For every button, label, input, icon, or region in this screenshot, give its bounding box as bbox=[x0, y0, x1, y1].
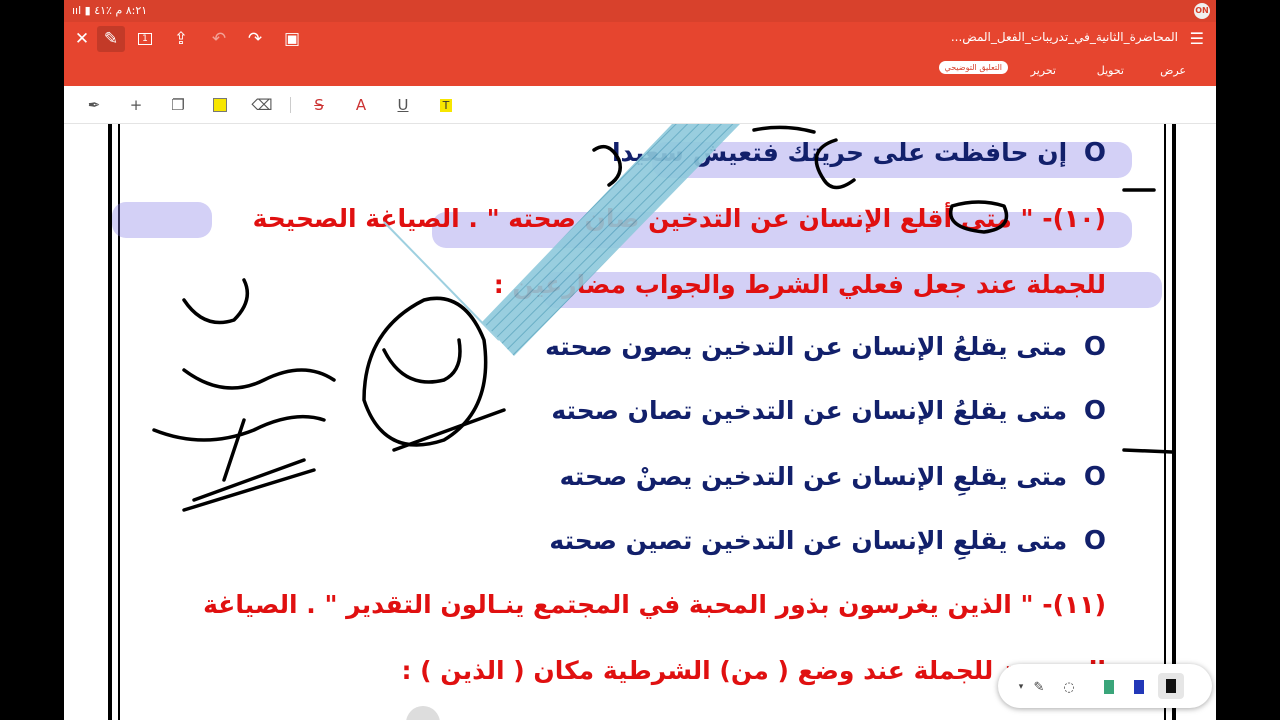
page-border-right bbox=[1164, 124, 1166, 720]
pen-black-icon[interactable] bbox=[1158, 673, 1184, 699]
close-icon[interactable]: ✕ bbox=[68, 26, 96, 52]
answer-line: O متى يقلعِ الإنسان عن التدخين تصين صحته bbox=[549, 526, 1106, 556]
add-icon[interactable]: + bbox=[126, 95, 146, 115]
tab-edit[interactable]: تحرير bbox=[1031, 64, 1056, 77]
menu-icon[interactable]: ☰ bbox=[1190, 29, 1204, 48]
pen-blue-icon[interactable] bbox=[1128, 676, 1150, 698]
bullet-icon: O bbox=[1083, 138, 1106, 168]
answer-line: O إن حافظت على حريتك فتعيش سعيدا bbox=[611, 138, 1106, 168]
bullet-icon: O bbox=[1083, 526, 1106, 556]
answer-line: O متى يقلعُ الإنسان عن التدخين تصان صحته bbox=[551, 396, 1106, 426]
highlight-mark bbox=[112, 202, 212, 238]
highlight-box-icon[interactable] bbox=[210, 95, 230, 115]
question-line: للجملة عند جعل فعلي الشرط والجواب مضارعي… bbox=[493, 270, 1106, 299]
bullet-icon: O bbox=[1083, 396, 1106, 426]
pen-edit-icon[interactable]: ✎ bbox=[1028, 676, 1050, 698]
text-highlight-icon[interactable]: T bbox=[436, 95, 456, 115]
bullet-icon: O bbox=[1083, 332, 1106, 362]
document-page[interactable]: O إن حافظت على حريتك فتعيش سعيدا (١٠)- "… bbox=[108, 124, 1176, 720]
annotate-pen-icon[interactable]: ✎ bbox=[97, 26, 125, 52]
question-line: (١٠)- " متى أقلع الإنسان عن التدخين صان … bbox=[252, 204, 1106, 233]
tab-annotation[interactable]: التعليق التوضيحي bbox=[938, 61, 1008, 74]
app-frame: ٨:٢١ م ٪٤١ ▮ ııl ON ✕ ✎ 1 ⇪ ↶ ↷ ▣ ☰ المح… bbox=[64, 0, 1216, 720]
pen-palette: ▾ ✎ ◌ bbox=[998, 664, 1212, 708]
save-icon[interactable]: ▣ bbox=[278, 26, 306, 52]
share-icon[interactable]: ⇪ bbox=[167, 26, 195, 52]
app-badge-icon: ON bbox=[1194, 3, 1210, 19]
status-text: ٨:٢١ م ٪٤١ ▮ ııl bbox=[72, 4, 148, 17]
answer-line: O متى يقلعِ الإنسان عن التدخين يصنْ صحته bbox=[559, 462, 1106, 492]
redo-icon[interactable]: ↷ bbox=[241, 26, 269, 52]
strikethrough-icon[interactable]: S bbox=[309, 95, 329, 115]
annotation-toolbar: ✒ + ❐ ⌫ S A U T bbox=[64, 86, 1216, 124]
top-toolbar: ✕ ✎ 1 ⇪ ↶ ↷ ▣ ☰ المحاضرة_الثانية_في_تدري… bbox=[64, 22, 1216, 86]
answer-line: O متى يقلعُ الإنسان عن التدخين يصون صحته bbox=[545, 332, 1106, 362]
question-line: (١١)- " الذين يغرسون بذور المحبة في المج… bbox=[203, 590, 1106, 619]
highlighter-green-icon[interactable] bbox=[1098, 676, 1120, 698]
bullet-icon: O bbox=[1083, 462, 1106, 492]
eraser-icon[interactable]: ⌫ bbox=[251, 95, 272, 115]
toolbar-divider bbox=[290, 97, 291, 113]
shape-icon[interactable]: ❐ bbox=[168, 95, 188, 115]
tab-view[interactable]: عرض bbox=[1160, 64, 1186, 77]
underline-icon[interactable]: U bbox=[393, 95, 413, 115]
page-number-icon[interactable]: 1 bbox=[131, 26, 159, 52]
status-bar: ٨:٢١ م ٪٤١ ▮ ııl ON bbox=[64, 0, 1216, 22]
undo-icon[interactable]: ↶ bbox=[205, 26, 233, 52]
text-color-icon[interactable]: A bbox=[351, 95, 371, 115]
lasso-icon[interactable]: ◌ bbox=[1058, 676, 1080, 698]
pen-settings-icon[interactable]: ✒ bbox=[84, 95, 104, 115]
tab-convert[interactable]: تحويل bbox=[1097, 64, 1124, 77]
document-title: المحاضرة_الثانية_في_تدريبات_الفعل_المض..… bbox=[950, 30, 1178, 44]
